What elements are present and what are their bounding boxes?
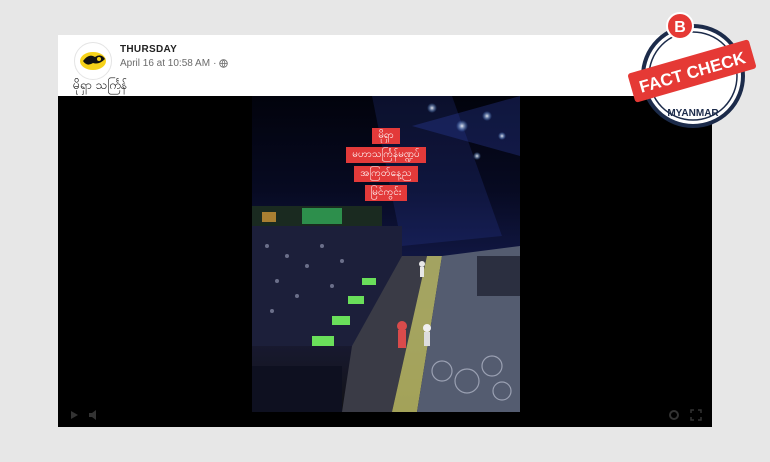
video-frame[interactable]: မိုရှာ မဟာသင်္ကြန်မဏ္ဍပ် အကြတ်နေ့ည မြင်က… [252, 96, 520, 412]
play-icon[interactable] [68, 409, 80, 421]
video-text-overlay: မိုရှာ မဟာသင်္ကြန်မဏ္ဍပ် အကြတ်နေ့ည မြင်က… [252, 128, 520, 201]
post-author[interactable]: THURSDAY [120, 44, 177, 55]
volume-icon[interactable] [88, 409, 102, 421]
post-timestamp[interactable]: April 16 at 10:58 AM [120, 58, 210, 69]
facebook-post-card: THURSDAY April 16 at 10:58 AM · မိုရှာ သ… [58, 35, 712, 427]
overlay-line-2: မဟာသင်္ကြန်မဏ္ဍပ် [346, 147, 426, 163]
overlay-line-3: အကြတ်နေ့ည [354, 166, 418, 182]
meta-separator: · [213, 58, 217, 69]
post-meta: April 16 at 10:58 AM · [120, 58, 229, 69]
settings-icon[interactable] [668, 409, 680, 421]
fact-check-badge: FACT CHECK B MYANMAR [628, 12, 756, 128]
video-player[interactable]: မိုရှာ မဟာသင်္ကြန်မဏ္ဍပ် အကြတ်နေ့ည မြင်က… [58, 96, 712, 427]
overlay-line-1: မိုရှာ [372, 128, 400, 144]
overlay-line-4: မြင်ကွင်း [364, 185, 408, 201]
fullscreen-icon[interactable] [690, 409, 702, 421]
fact-check-sublabel: MYANMAR [667, 108, 719, 119]
page-logo [80, 52, 106, 70]
globe-icon [219, 59, 229, 68]
avatar[interactable] [74, 42, 112, 80]
post-caption: မိုရှာ သင်္ကြန် [73, 78, 128, 92]
badge-letter: B [674, 19, 686, 36]
